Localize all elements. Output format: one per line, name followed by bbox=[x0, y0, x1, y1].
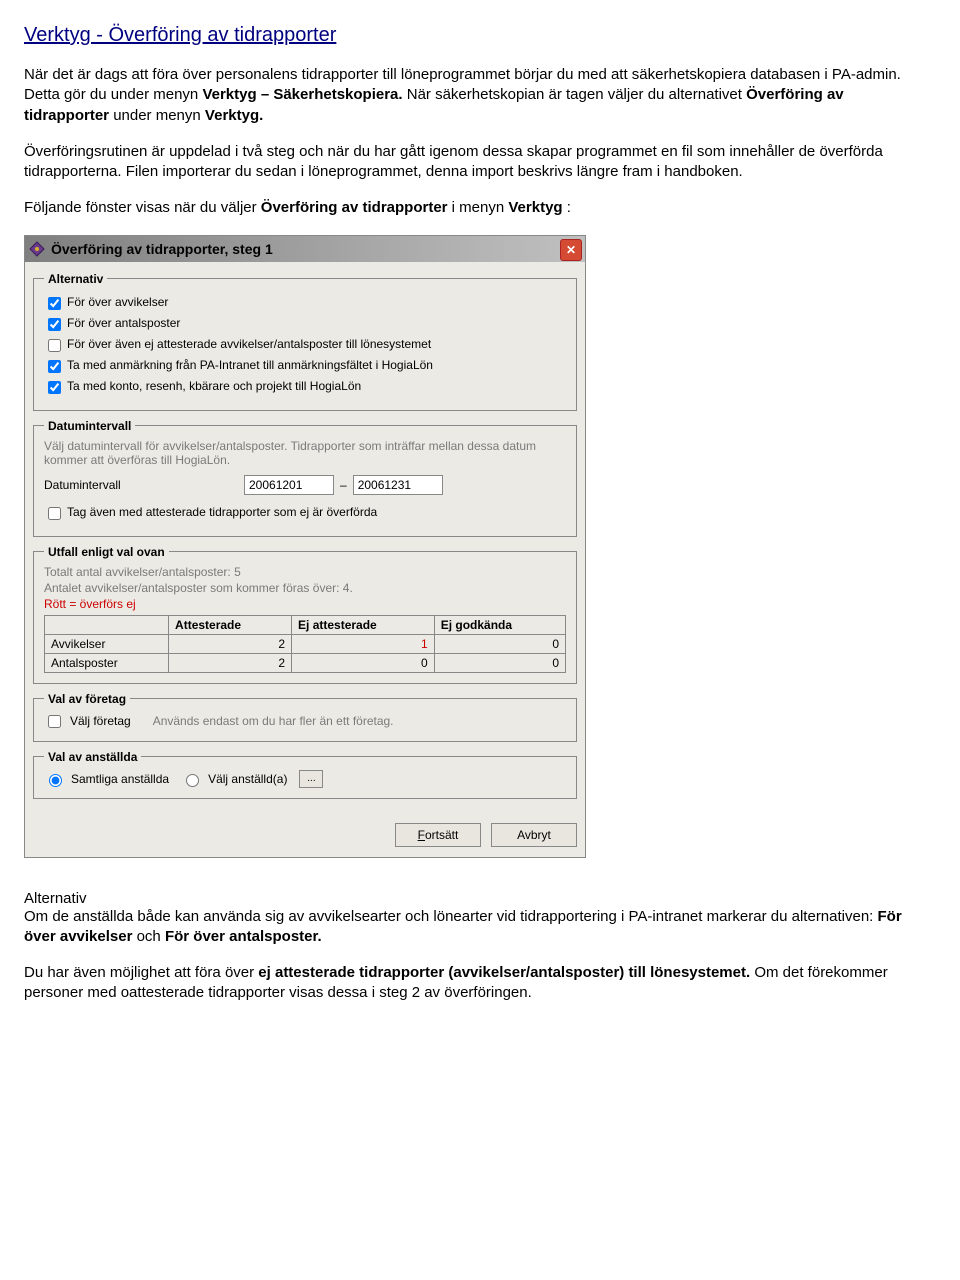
after-para-1: Om de anställda både kan använda sig av … bbox=[24, 907, 924, 948]
table-header-row: Attesterade Ej attesterade Ej godkända bbox=[45, 615, 566, 634]
btn-text: ortsätt bbox=[425, 828, 458, 842]
text: Du har även möjlighet att föra över bbox=[24, 964, 258, 981]
chk-tag-attesterade[interactable]: Tag även med attesterade tidrapporter so… bbox=[44, 505, 566, 523]
chk-valj-foretag[interactable] bbox=[48, 715, 61, 728]
continue-button[interactable]: Fortsätt bbox=[395, 823, 481, 847]
radio[interactable] bbox=[186, 774, 199, 787]
checkbox-label: Välj företag bbox=[70, 714, 131, 728]
text: : bbox=[567, 199, 571, 216]
intro-para-2: Överföringsrutinen är uppdelad i två ste… bbox=[24, 142, 924, 183]
after-para-2: Du har även möjlighet att föra över ej a… bbox=[24, 963, 924, 1004]
foretag-row: Välj företag Används endast om du har fl… bbox=[44, 712, 566, 731]
table-row: Antalsposter 2 0 0 bbox=[45, 653, 566, 672]
radio-samtliga[interactable]: Samtliga anställda bbox=[44, 771, 169, 787]
dialog-body: Alternativ För över avvikelser För över … bbox=[25, 262, 585, 817]
utfall-table: Attesterade Ej attesterade Ej godkända A… bbox=[44, 615, 566, 673]
group-alternativ: Alternativ För över avvikelser För över … bbox=[33, 272, 577, 411]
checkbox-label: För över antalsposter bbox=[67, 316, 180, 330]
foretag-help: Används endast om du har fler än ett för… bbox=[153, 714, 394, 728]
checkbox[interactable] bbox=[48, 360, 61, 373]
dialog-button-row: Fortsätt Avbryt bbox=[25, 817, 585, 857]
checkbox[interactable] bbox=[48, 339, 61, 352]
titlebar: Överföring av tidrapporter, steg 1 ✕ bbox=[25, 236, 585, 262]
dialog-window: Överföring av tidrapporter, steg 1 ✕ Alt… bbox=[24, 235, 586, 858]
date-row: Datumintervall – bbox=[44, 475, 566, 495]
row-label: Avvikelser bbox=[45, 634, 169, 653]
chk-avvikelser[interactable]: För över avvikelser bbox=[44, 295, 566, 313]
checkbox-label: Tag även med attesterade tidrapporter so… bbox=[67, 505, 377, 519]
utfall-total: Totalt antal avvikelser/antalsposter: 5 bbox=[44, 565, 566, 579]
row-label: Antalsposter bbox=[45, 653, 169, 672]
legend-utfall: Utfall enligt val ovan bbox=[44, 545, 169, 559]
chk-konto[interactable]: Ta med konto, resenh, kbärare och projek… bbox=[44, 379, 566, 397]
radio-valj[interactable]: Välj anställd(a) bbox=[181, 771, 287, 787]
text-bold: Verktyg. bbox=[205, 107, 263, 124]
th-blank bbox=[45, 615, 169, 634]
text-bold: ej attesterade tidrapporter (avvikelser/… bbox=[258, 964, 750, 981]
text: Följande fönster visas när du väljer bbox=[24, 199, 261, 216]
cell: 2 bbox=[169, 634, 292, 653]
th-attesterade: Attesterade bbox=[169, 615, 292, 634]
chk-anmarkning[interactable]: Ta med anmärkning från PA-Intranet till … bbox=[44, 358, 566, 376]
radio-label: Samtliga anställda bbox=[71, 772, 169, 786]
cell: 0 bbox=[434, 653, 565, 672]
radio[interactable] bbox=[49, 774, 62, 787]
dialog-title: Överföring av tidrapporter, steg 1 bbox=[51, 241, 273, 257]
cell-red: 1 bbox=[292, 634, 435, 653]
text: och bbox=[137, 928, 165, 945]
checkbox[interactable] bbox=[48, 507, 61, 520]
group-anstallda: Val av anställda Samtliga anställda Välj… bbox=[33, 750, 577, 799]
checkbox-label: För över avvikelser bbox=[67, 295, 168, 309]
checkbox-label: Ta med konto, resenh, kbärare och projek… bbox=[67, 379, 361, 393]
checkbox[interactable] bbox=[48, 318, 61, 331]
checkbox[interactable] bbox=[48, 297, 61, 310]
legend-foretag: Val av företag bbox=[44, 692, 130, 706]
text-bold: Verktyg – Säkerhetskopiera. bbox=[202, 86, 402, 103]
table-row: Avvikelser 2 1 0 bbox=[45, 634, 566, 653]
cell: 2 bbox=[169, 653, 292, 672]
close-button[interactable]: ✕ bbox=[560, 239, 582, 261]
checkbox[interactable] bbox=[48, 381, 61, 394]
th-ej-godkanda: Ej godkända bbox=[434, 615, 565, 634]
date-from-input[interactable] bbox=[244, 475, 334, 495]
utfall-red-note: Rött = överförs ej bbox=[44, 597, 566, 611]
section-heading-alternativ: Alternativ bbox=[24, 890, 924, 907]
th-ej-attesterade: Ej attesterade bbox=[292, 615, 435, 634]
date-help-text: Välj datumintervall för avvikelser/antal… bbox=[44, 439, 566, 467]
radio-label: Välj anställd(a) bbox=[208, 772, 287, 786]
text-bold: Verktyg bbox=[508, 199, 562, 216]
cancel-button[interactable]: Avbryt bbox=[491, 823, 577, 847]
date-label: Datumintervall bbox=[44, 478, 244, 492]
legend-anstallda: Val av anställda bbox=[44, 750, 141, 764]
text: När säkerhetskopian är tagen väljer du a… bbox=[407, 86, 746, 103]
group-foretag: Val av företag Välj företag Används enda… bbox=[33, 692, 577, 742]
intro-para-1: När det är dags att föra över personalen… bbox=[24, 65, 924, 126]
browse-button[interactable]: ... bbox=[299, 770, 323, 788]
text: Om de anställda både kan använda sig av … bbox=[24, 908, 878, 925]
text-bold: Överföring av tidrapporter bbox=[261, 199, 448, 216]
legend-alternativ: Alternativ bbox=[44, 272, 107, 286]
text: under menyn bbox=[113, 107, 205, 124]
anstallda-row: Samtliga anställda Välj anställd(a) ... bbox=[44, 770, 566, 788]
group-utfall: Utfall enligt val ovan Totalt antal avvi… bbox=[33, 545, 577, 684]
checkbox-label: För över även ej attesterade avvikelser/… bbox=[67, 337, 431, 351]
app-icon bbox=[29, 241, 45, 257]
checkbox-label: Ta med anmärkning från PA-Intranet till … bbox=[67, 358, 433, 372]
text: i menyn bbox=[452, 199, 509, 216]
group-datumintervall: Datumintervall Välj datumintervall för a… bbox=[33, 419, 577, 537]
cell: 0 bbox=[434, 634, 565, 653]
utfall-count: Antalet avvikelser/antalsposter som komm… bbox=[44, 581, 566, 595]
cell: 0 bbox=[292, 653, 435, 672]
chk-ej-attesterade[interactable]: För över även ej attesterade avvikelser/… bbox=[44, 337, 566, 355]
legend-datum: Datumintervall bbox=[44, 419, 135, 433]
date-separator: – bbox=[340, 478, 347, 492]
date-to-input[interactable] bbox=[353, 475, 443, 495]
page-title: Verktyg - Överföring av tidrapporter bbox=[24, 24, 924, 47]
close-icon: ✕ bbox=[566, 243, 576, 257]
intro-para-3: Följande fönster visas när du väljer Öve… bbox=[24, 198, 924, 218]
text-bold: För över antalsposter. bbox=[165, 928, 322, 945]
chk-antalsposter[interactable]: För över antalsposter bbox=[44, 316, 566, 334]
